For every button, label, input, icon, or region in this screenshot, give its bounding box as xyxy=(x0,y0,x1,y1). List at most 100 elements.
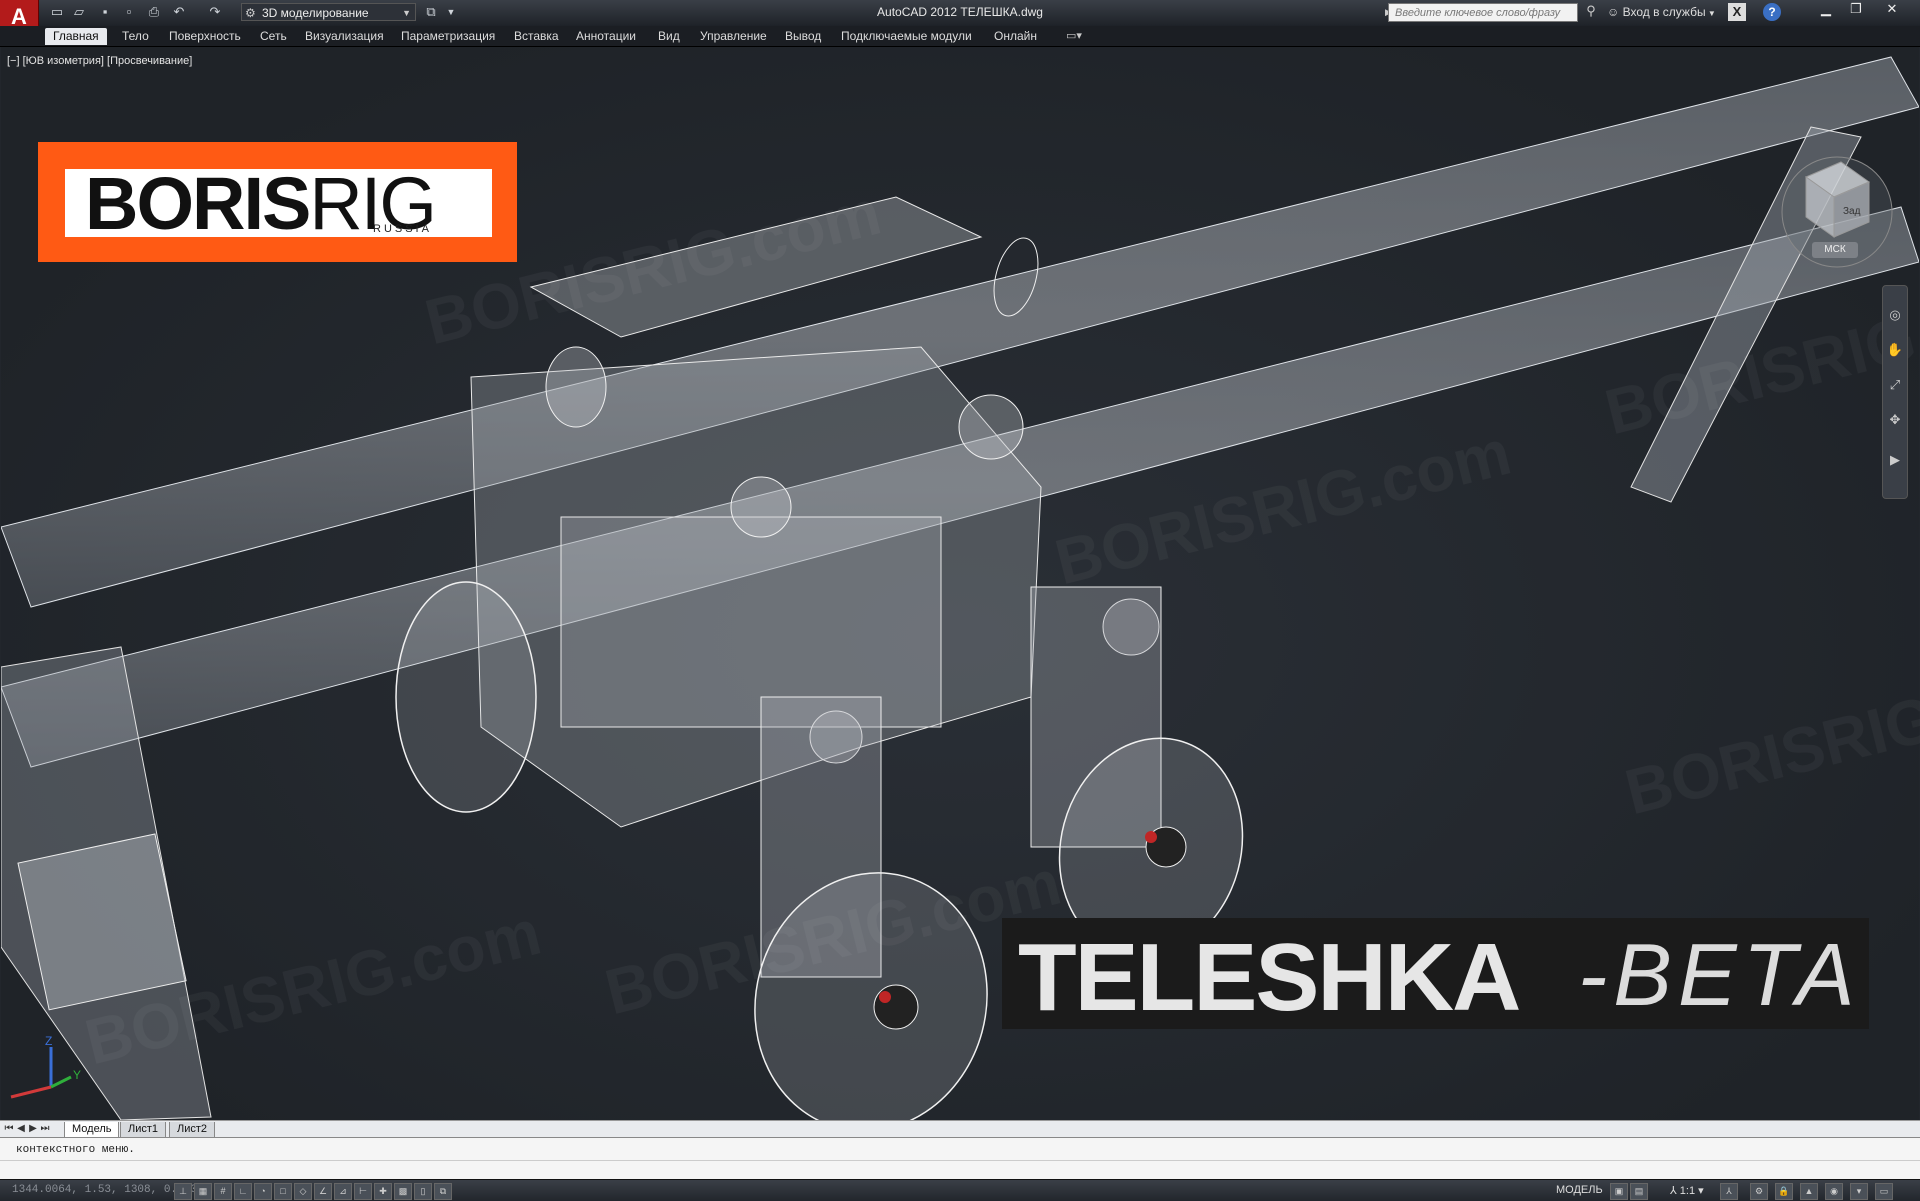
brand-bold-text: BORIS xyxy=(85,162,311,245)
search-input[interactable]: Введите ключевое слово/фразу xyxy=(1388,3,1578,22)
layout-tab-bar: ⏮ ◀ ▶ ⏭ Модель Лист1 Лист2 xyxy=(0,1120,1920,1138)
chevron-down-icon: ▼ xyxy=(402,8,411,18)
zoom-extents-icon[interactable]: ⤢ xyxy=(1886,376,1904,394)
chevron-down-icon: ▼ xyxy=(1705,9,1716,18)
transparency-icon[interactable]: ▩ xyxy=(394,1183,412,1200)
quick-properties-icon[interactable]: ▯ xyxy=(414,1183,432,1200)
left-clamp xyxy=(17,833,187,1011)
annotation-scale-value: 1:1 xyxy=(1679,1185,1696,1197)
next-layout-icon[interactable]: ▶ xyxy=(28,1122,38,1136)
print-icon[interactable]: ⎙ xyxy=(145,3,163,21)
pan-icon[interactable]: ✋ xyxy=(1886,341,1904,359)
annotation-scale-dropdown[interactable]: ⅄ 1:1 ▾ xyxy=(1670,1184,1704,1197)
toolbar-lock-icon[interactable]: ▾ xyxy=(1850,1183,1868,1200)
3d-object-snap-icon[interactable]: ◇ xyxy=(294,1183,312,1200)
ribbon-tab-bar: Главная Тело Поверхность Сеть Визуализац… xyxy=(0,26,1920,47)
tab-render[interactable]: Визуализация xyxy=(297,28,392,45)
object-snap-tracking-icon[interactable]: ∠ xyxy=(314,1183,332,1200)
grid-display-icon[interactable]: # xyxy=(214,1183,232,1200)
svg-text:Y: Y xyxy=(73,1068,81,1082)
lineweight-icon[interactable]: ✚ xyxy=(374,1183,392,1200)
redo-icon[interactable]: ↷ xyxy=(206,3,224,21)
layout-tab-model[interactable]: Модель xyxy=(64,1122,120,1138)
prev-layout-icon[interactable]: ◀ xyxy=(16,1122,26,1136)
help-icon[interactable]: ? xyxy=(1763,3,1781,21)
wheel xyxy=(395,581,537,813)
orbit-icon[interactable]: ✥ xyxy=(1886,411,1904,429)
undo-icon[interactable]: ↶ xyxy=(170,3,188,21)
tab-output[interactable]: Вывод xyxy=(777,28,829,45)
lock-icon[interactable]: 🔒 xyxy=(1775,1183,1793,1200)
save-icon[interactable]: ▪ xyxy=(96,3,114,21)
exchange-apps-icon[interactable]: X xyxy=(1728,3,1746,21)
axle-nut xyxy=(879,991,891,1003)
first-layout-icon[interactable]: ⏮ xyxy=(4,1122,14,1136)
minimize-icon[interactable]: ▁ xyxy=(1812,0,1840,20)
dynamic-ucs-icon[interactable]: ⊿ xyxy=(334,1183,352,1200)
hardware-acceleration-icon[interactable]: ▲ xyxy=(1800,1183,1818,1200)
viewcube-face-label: Зад xyxy=(1843,206,1861,217)
bearing xyxy=(958,394,1024,460)
model-space-button[interactable]: МОДЕЛЬ xyxy=(1556,1184,1603,1196)
tab-insert[interactable]: Вставка xyxy=(506,28,567,45)
command-history: контекстного меню. xyxy=(16,1144,135,1156)
axle-nut xyxy=(1145,831,1157,843)
viewport-controls-label[interactable]: [−] [ЮВ изометрия] [Просвечивание] xyxy=(7,55,192,67)
command-input[interactable] xyxy=(0,1160,1920,1161)
status-bar: 1344.0064, 1.53, 1308, 0.0000 ⊥ ▦ # ∟ ◔ … xyxy=(0,1179,1920,1201)
tab-manage[interactable]: Управление xyxy=(692,28,775,45)
navigation-bar: ◎ ✋ ⤢ ✥ ▶ xyxy=(1882,285,1908,499)
tab-parametric[interactable]: Параметризация xyxy=(393,28,503,45)
banner-suffix: -BETA xyxy=(1578,925,1861,1024)
new-file-icon[interactable]: ▭ xyxy=(48,3,66,21)
annotation-visibility-icon[interactable]: ⅄ xyxy=(1720,1183,1738,1200)
isolate-objects-icon[interactable]: ◉ xyxy=(1825,1183,1843,1200)
tab-online[interactable]: Онлайн xyxy=(986,28,1045,45)
selection-cycling-icon[interactable]: ⧉ xyxy=(434,1183,452,1200)
tab-plugins[interactable]: Подключаемые модули xyxy=(833,28,980,45)
tab-mesh[interactable]: Сеть xyxy=(252,28,295,45)
polar-tracking-icon[interactable]: ◔ xyxy=(254,1183,272,1200)
workspace-label: 3D моделирование xyxy=(262,6,369,20)
carriage-block xyxy=(560,516,942,728)
last-layout-icon[interactable]: ⏭ xyxy=(40,1122,50,1136)
banner-title: TELESHKA xyxy=(1018,924,1521,1031)
workspace-dropdown[interactable]: ⚙ 3D моделирование ▼ xyxy=(241,3,416,21)
dynamic-input-icon[interactable]: ⊢ xyxy=(354,1183,372,1200)
tab-annotate[interactable]: Аннотации xyxy=(568,28,644,45)
user-icon: ☺ xyxy=(1607,5,1623,19)
tab-surface[interactable]: Поверхность xyxy=(161,28,249,45)
showmotion-icon[interactable]: ▶ xyxy=(1886,451,1904,469)
quick-view-layouts-icon[interactable]: ▣ xyxy=(1610,1183,1628,1200)
tab-solid[interactable]: Тело xyxy=(114,28,157,45)
ribbon-minimize-icon[interactable]: ▭▾ xyxy=(1066,29,1082,42)
command-line[interactable]: контекстного меню. xyxy=(0,1137,1920,1180)
bearing xyxy=(730,476,792,538)
steering-wheel-icon[interactable]: ◎ xyxy=(1886,306,1904,324)
ortho-mode-icon[interactable]: ∟ xyxy=(234,1183,252,1200)
close-icon[interactable]: ✕ xyxy=(1878,0,1906,20)
wcs-menu-button[interactable]: МСК xyxy=(1812,242,1858,258)
binoculars-icon[interactable]: ⚲ xyxy=(1581,3,1601,22)
brand-subtitle: RUSSIA xyxy=(373,223,432,235)
restore-icon[interactable]: ❐ xyxy=(1842,0,1870,20)
svg-text:Z: Z xyxy=(45,1034,52,1048)
gear-icon: ⚙ xyxy=(245,6,256,20)
open-folder-icon[interactable]: ▱ xyxy=(70,3,88,21)
layout-tab-sheet1[interactable]: Лист1 xyxy=(120,1122,167,1138)
signin-button[interactable]: ☺ Вход в службы ▼ xyxy=(1607,3,1716,22)
quick-view-drawings-icon[interactable]: ▤ xyxy=(1630,1183,1648,1200)
object-snap-icon[interactable]: □ xyxy=(274,1183,292,1200)
bearing xyxy=(545,346,607,428)
infer-constraints-icon[interactable]: ⊥ xyxy=(174,1183,192,1200)
clean-screen-icon[interactable]: ▭ xyxy=(1875,1183,1893,1200)
signin-label: Вход в службы xyxy=(1622,5,1706,19)
snap-mode-icon[interactable]: ▦ xyxy=(194,1183,212,1200)
layout-tab-sheet2[interactable]: Лист2 xyxy=(169,1122,216,1138)
tab-home[interactable]: Главная xyxy=(45,28,107,45)
tab-view[interactable]: Вид xyxy=(650,28,688,45)
workspace-switching-icon[interactable]: ⚙ xyxy=(1750,1183,1768,1200)
chevron-down-icon[interactable]: ▼ xyxy=(442,3,460,21)
save-as-icon[interactable]: ▫ xyxy=(120,3,138,21)
workspace-settings-icon[interactable]: ⧉ xyxy=(422,3,440,21)
